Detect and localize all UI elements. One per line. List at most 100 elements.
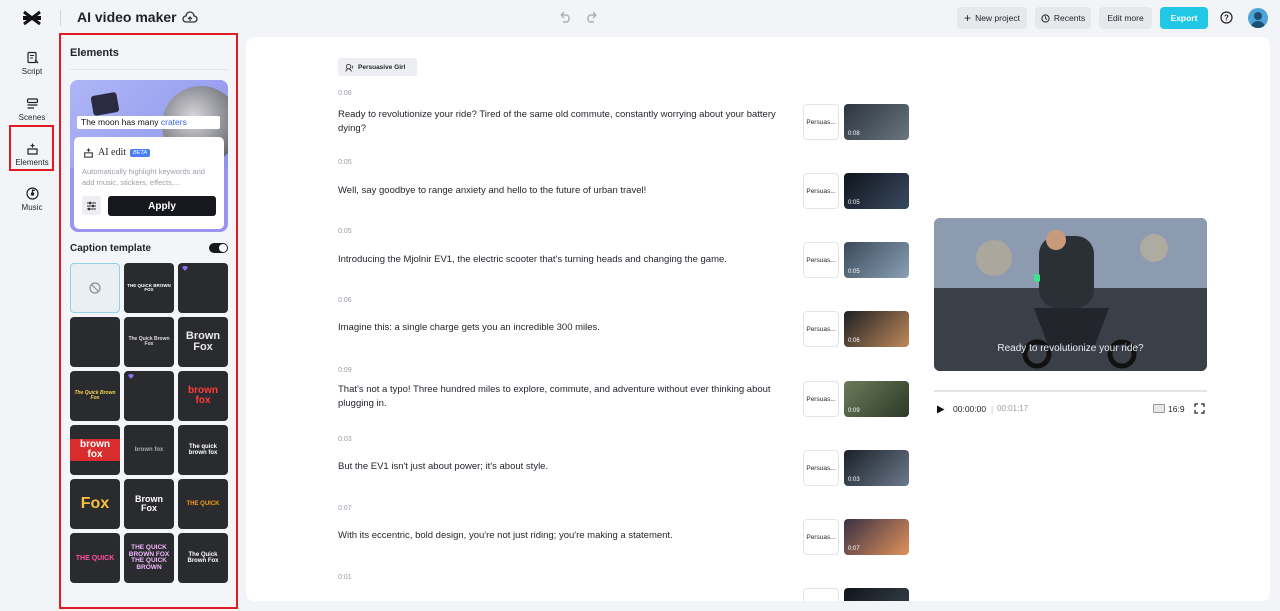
scene-voice-button[interactable]: Persuas... <box>803 588 839 601</box>
rail-item-script[interactable]: Script <box>0 43 64 83</box>
scene-voice-button[interactable]: Persuas... <box>803 381 839 417</box>
caption-template-tile[interactable]: The Quick Brown Fox <box>124 317 174 367</box>
premium-gem-icon <box>128 374 134 379</box>
caption-template-tile[interactable] <box>178 263 228 313</box>
fullscreen-icon[interactable] <box>1194 403 1205 414</box>
premium-gem-icon <box>182 266 188 271</box>
caption-template-text: THE QUICK BROWN FOX THE QUICK BROWN <box>128 544 170 571</box>
scene-text[interactable]: Introducing the Mjolnir EV1, the electri… <box>338 253 798 267</box>
scene-thumbnail[interactable]: 0:09 <box>844 381 909 417</box>
caption-template-tile[interactable]: Brown Fox <box>124 479 174 529</box>
ai-edit-card: The moon has many craters AI edit BETA A… <box>70 80 228 232</box>
scene-text[interactable]: With its eccentric, bold design, you're … <box>338 529 798 543</box>
scene-voice-button[interactable]: Persuas... <box>803 450 839 486</box>
scene-duration: 0:06 <box>338 297 352 304</box>
redo-icon[interactable] <box>585 11 599 23</box>
top-bar: AI video maker + New project Recents Edit… <box>0 0 1280 36</box>
caption-template-text: brown fox <box>188 385 218 406</box>
video-preview[interactable]: Ready to revolutionize your ride? <box>934 218 1207 371</box>
new-project-button[interactable]: + New project <box>957 7 1027 29</box>
apply-button[interactable]: Apply <box>108 196 216 216</box>
scene-thumbnail[interactable] <box>844 588 909 601</box>
scene-thumbnail[interactable]: 0:06 <box>844 311 909 347</box>
ai-edit-settings-button[interactable] <box>82 196 101 215</box>
scene-duration: 0:03 <box>338 436 352 443</box>
caption-template-tile[interactable]: THE QUICK BROWN FOX THE QUICK BROWN <box>124 533 174 583</box>
cloud-sync-icon[interactable] <box>182 10 198 24</box>
elements-panel: Elements The moon has many craters AI ed… <box>59 33 238 609</box>
time-separator: | <box>991 404 994 414</box>
scene-thumbnail[interactable]: 0:07 <box>844 519 909 555</box>
scene-thumbnail[interactable]: 0:08 <box>844 104 909 140</box>
scene-text[interactable]: Well, say goodbye to range anxiety and h… <box>338 184 798 198</box>
rail-item-scenes[interactable]: Scenes <box>0 89 64 129</box>
caption-template-tile[interactable] <box>70 263 120 313</box>
scene-text[interactable]: That's not a typo! Three hundred miles t… <box>338 383 798 411</box>
scene-thumbnail-time: 0:06 <box>848 338 860 344</box>
caption-template-text: The Quick Brown Fox <box>128 336 170 347</box>
export-button[interactable]: Export <box>1160 7 1208 29</box>
caption-template-tile[interactable]: THE QUICK BROWN FOX <box>124 263 174 313</box>
scene-voice-button[interactable]: Persuas... <box>803 519 839 555</box>
ai-edit-icon <box>84 147 93 158</box>
caption-template-tile[interactable] <box>70 317 120 367</box>
svg-text:?: ? <box>1224 14 1229 23</box>
caption-template-text: The quick brown fox <box>188 444 218 456</box>
caption-template-tile[interactable]: The quick brown fox <box>178 425 228 475</box>
voice-selector[interactable]: Persuasive Girl <box>338 58 417 76</box>
caption-template-tile[interactable]: The Quick Brown Fox <box>70 371 120 421</box>
scene-thumbnail[interactable]: 0:03 <box>844 450 909 486</box>
rail-item-music[interactable]: Music <box>0 179 64 219</box>
caption-template-tile[interactable]: The Quick Brown Fox <box>178 533 228 583</box>
scene-duration: 0:05 <box>338 228 352 235</box>
capcut-logo-icon[interactable] <box>22 9 42 27</box>
caption-template-tile[interactable]: brown fox <box>178 371 228 421</box>
scene-thumbnail[interactable]: 0:05 <box>844 173 909 209</box>
current-time: 00:00:00 <box>953 404 987 414</box>
recents-button[interactable]: Recents <box>1035 7 1091 29</box>
caption-template-tile[interactable]: brown fox <box>70 425 120 475</box>
caption-template-tile[interactable]: Brown Fox <box>178 317 228 367</box>
recents-label: Recents <box>1053 13 1086 23</box>
scene-voice-button[interactable]: Persuas... <box>803 173 839 209</box>
caption-template-tile[interactable] <box>124 371 174 421</box>
script-editor: Persuasive Girl 0:08 Ready to revolutioni… <box>246 37 1270 601</box>
sliders-icon <box>87 201 96 210</box>
scene-duration: 0:08 <box>338 90 352 97</box>
playback-progress-bar[interactable] <box>934 390 1207 392</box>
scene-voice-button[interactable]: Persuas... <box>803 311 839 347</box>
caption-template-tile[interactable]: Fox <box>70 479 120 529</box>
scene-voice-button[interactable]: Persuas... <box>803 104 839 140</box>
scene-thumbnail-time: 0:09 <box>848 408 860 414</box>
scene-text[interactable]: Imagine this: a single charge gets you a… <box>338 321 798 335</box>
scene-duration: 0:05 <box>338 159 352 166</box>
caption-template-text: THE QUICK <box>186 501 220 507</box>
ai-edit-title: AI edit <box>98 147 127 158</box>
caption-template-toggle[interactable] <box>209 243 228 253</box>
caption-template-text: brown fox <box>134 447 164 453</box>
aspect-ratio[interactable]: 16:9 <box>1168 404 1185 414</box>
ai-edit-description: Automatically highlight keywords and add… <box>82 167 205 187</box>
scene-thumbnail-time: 0:03 <box>848 477 860 483</box>
caption-template-tile[interactable]: THE QUICK <box>178 479 228 529</box>
caption-template-tile[interactable]: THE QUICK <box>70 533 120 583</box>
aspect-ratio-icon[interactable] <box>1153 404 1165 413</box>
edit-more-button[interactable]: Edit more <box>1099 7 1152 29</box>
undo-icon[interactable] <box>558 11 572 23</box>
scene-thumbnail-time: 0:05 <box>848 200 860 206</box>
scene-voice-button[interactable]: Persuas... <box>803 242 839 278</box>
scene-thumbnail[interactable]: 0:05 <box>844 242 909 278</box>
scene-text[interactable]: Ready to revolutionize your ride? Tired … <box>338 108 798 136</box>
user-avatar[interactable] <box>1248 8 1268 28</box>
help-icon[interactable]: ? <box>1220 11 1233 24</box>
new-project-label: New project <box>975 13 1020 23</box>
play-icon[interactable] <box>936 405 945 414</box>
caption-template-tile[interactable]: brown fox <box>124 425 174 475</box>
panel-title: Elements <box>70 47 119 59</box>
caption-template-text: Fox <box>80 495 110 512</box>
caption-template-text: The Quick Brown Fox <box>74 390 116 401</box>
caption-preview: The moon has many craters <box>77 116 220 129</box>
caption-template-text: THE QUICK BROWN FOX <box>127 282 171 292</box>
scene-text[interactable]: But the EV1 isn't just about power; it's… <box>338 460 798 474</box>
caption-template-text: THE QUICK <box>75 554 115 562</box>
